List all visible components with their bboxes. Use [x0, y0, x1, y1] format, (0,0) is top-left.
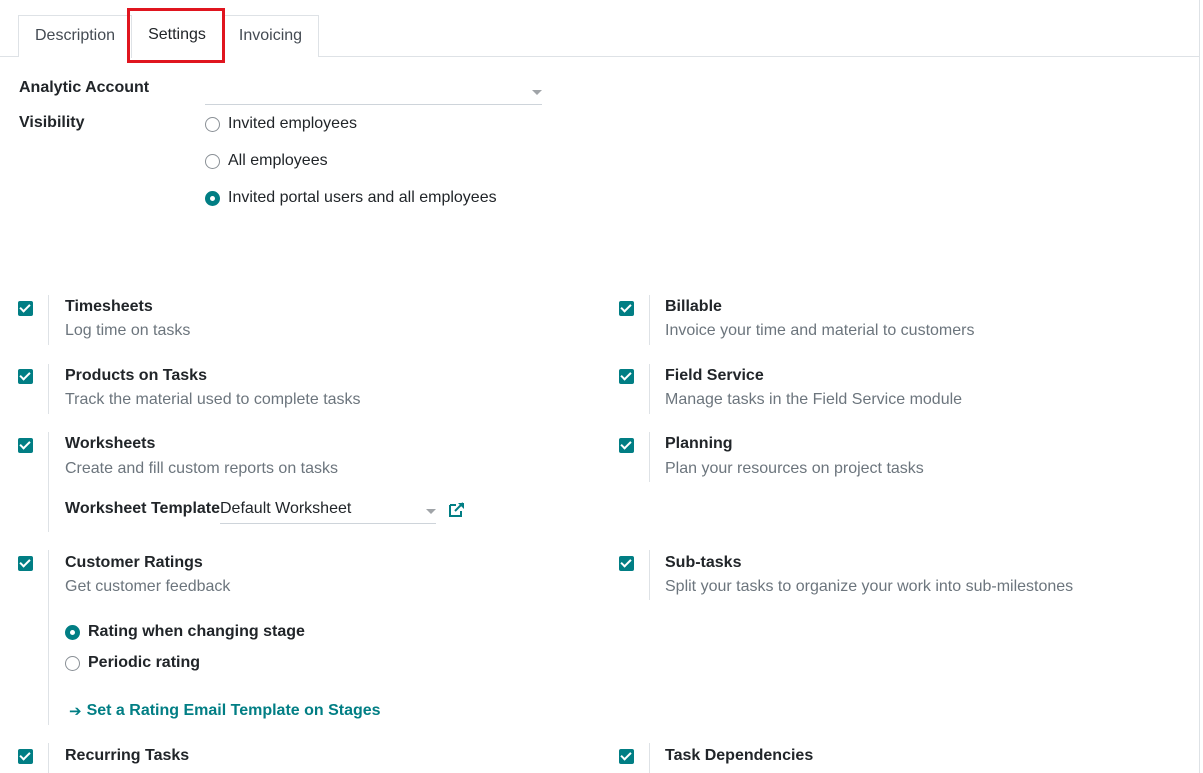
visibility-label: Visibility [19, 114, 85, 131]
page-right-border [1199, 0, 1200, 773]
divider [649, 432, 650, 482]
divider [48, 550, 49, 725]
chevron-down-icon [426, 509, 436, 514]
divider [649, 550, 650, 600]
settings-tab-highlight [127, 8, 225, 63]
radio-label: All employees [228, 152, 328, 169]
field-service-checkbox[interactable] [619, 369, 634, 384]
customer-ratings-title: Customer Ratings [65, 554, 203, 571]
radio-label: Invited employees [228, 115, 357, 132]
tab-description[interactable]: Description [18, 15, 132, 57]
tab-invoicing[interactable]: Invoicing [222, 15, 319, 57]
worksheet-template-select[interactable]: Default Worksheet [220, 500, 436, 524]
recurring-tasks-checkbox[interactable] [18, 749, 33, 764]
sub-tasks-title: Sub-tasks [665, 554, 742, 571]
rating-when-changing-stage-option[interactable]: Rating when changing stage [65, 622, 305, 642]
billable-description: Invoice your time and material to custom… [665, 322, 975, 339]
radio-button-checked[interactable] [205, 190, 220, 206]
worksheet-template-label: Worksheet Template [65, 500, 221, 517]
radio-button-checked[interactable] [65, 624, 80, 640]
customer-ratings-description: Get customer feedback [65, 578, 231, 595]
products-on-tasks-checkbox[interactable] [18, 369, 33, 384]
radio-button[interactable] [65, 655, 80, 671]
periodic-rating-option[interactable]: Periodic rating [65, 653, 200, 673]
sub-tasks-checkbox[interactable] [619, 556, 634, 571]
divider [649, 743, 650, 773]
divider [48, 364, 49, 414]
divider [48, 743, 49, 773]
radio-label: Periodic rating [88, 654, 201, 671]
timesheets-description: Log time on tasks [65, 322, 191, 339]
field-service-title: Field Service [665, 367, 764, 384]
field-service-description: Manage tasks in the Field Service module [665, 391, 963, 408]
task-dependencies-checkbox[interactable] [619, 749, 634, 764]
billable-checkbox[interactable] [619, 301, 634, 316]
task-dependencies-title: Task Dependencies [665, 747, 814, 764]
divider [48, 432, 49, 532]
radio-button[interactable] [205, 116, 220, 132]
visibility-option-portal-users[interactable]: Invited portal users and all employees [205, 188, 497, 208]
visibility-option-invited-employees[interactable]: Invited employees [205, 114, 357, 134]
planning-checkbox[interactable] [619, 438, 634, 453]
planning-description: Plan your resources on project tasks [665, 460, 924, 477]
divider [48, 295, 49, 345]
worksheet-template-value: Default Worksheet [220, 500, 352, 517]
sub-tasks-description: Split your tasks to organize your work i… [665, 578, 1074, 595]
analytic-account-select[interactable] [205, 80, 542, 105]
worksheets-checkbox[interactable] [18, 438, 33, 453]
recurring-tasks-title: Recurring Tasks [65, 747, 190, 764]
divider [649, 295, 650, 345]
worksheets-title: Worksheets [65, 435, 156, 452]
products-on-tasks-description: Track the material used to complete task… [65, 391, 361, 408]
rating-email-template-link-label: Set a Rating Email Template on Stages [86, 702, 381, 719]
planning-title: Planning [665, 435, 733, 452]
radio-label: Invited portal users and all employees [228, 189, 497, 206]
visibility-option-all-employees[interactable]: All employees [205, 151, 328, 171]
billable-title: Billable [665, 298, 722, 315]
products-on-tasks-title: Products on Tasks [65, 367, 207, 384]
arrow-right-icon: ➔ [69, 703, 82, 720]
external-link-icon[interactable] [448, 502, 466, 518]
rating-email-template-link[interactable]: ➔ Set a Rating Email Template on Stages [69, 701, 381, 721]
timesheets-title: Timesheets [65, 298, 153, 315]
radio-label: Rating when changing stage [88, 623, 305, 640]
radio-button[interactable] [205, 153, 220, 169]
timesheets-checkbox[interactable] [18, 301, 33, 316]
chevron-down-icon [532, 90, 542, 95]
worksheets-description: Create and fill custom reports on tasks [65, 460, 339, 477]
analytic-account-label: Analytic Account [19, 79, 150, 96]
divider [649, 364, 650, 414]
customer-ratings-checkbox[interactable] [18, 556, 33, 571]
